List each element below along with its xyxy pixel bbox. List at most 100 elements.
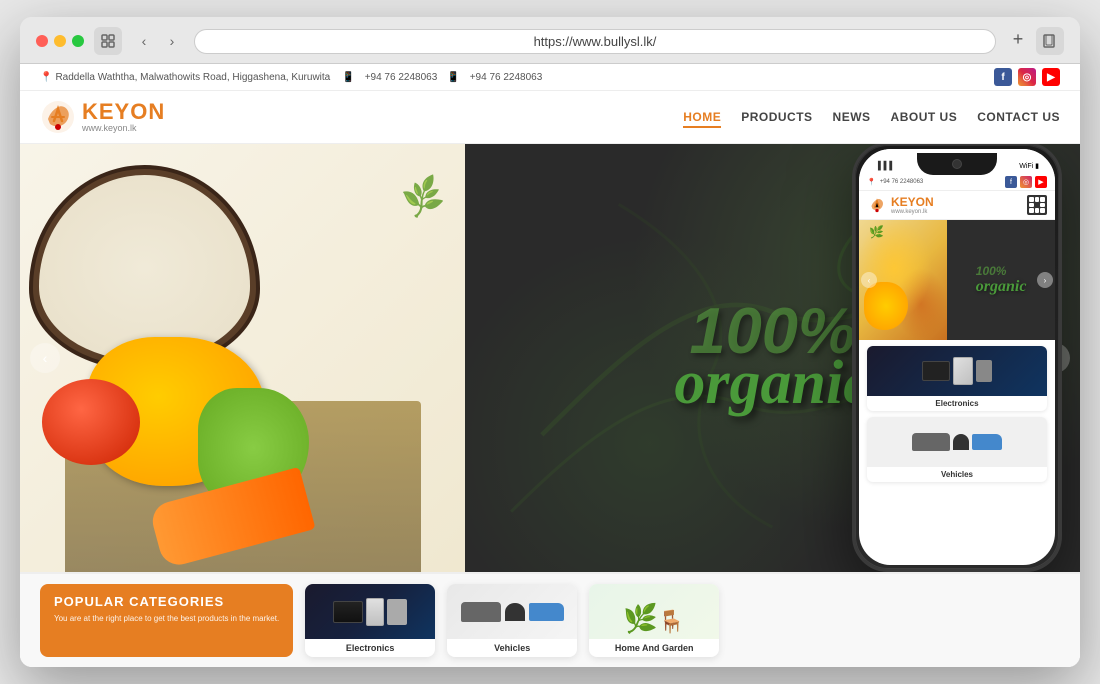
phone-top-bar: 📍 +94 76 2248063 f ◎ ▶: [859, 174, 1055, 191]
minimize-button[interactable]: [54, 35, 66, 47]
phone-washer-icon: [976, 360, 992, 382]
nav-link-contact[interactable]: CONTACT US: [977, 110, 1060, 124]
phone-address: +94 76 2248063: [880, 179, 924, 185]
electronics-bg: [305, 584, 435, 639]
phone-qr-icon: [1027, 195, 1047, 215]
tab-switcher-button[interactable]: [94, 27, 122, 55]
phone-icon-1: 📱: [342, 72, 354, 83]
facebook-icon[interactable]: f: [994, 68, 1012, 86]
nav-item-about[interactable]: ABOUT US: [891, 108, 958, 126]
categories-section: POPULAR CATEGORIES You are at the right …: [20, 572, 1080, 667]
phone-electronics-card[interactable]: Electronics: [867, 346, 1047, 411]
phone-car-icon: [912, 433, 950, 451]
garden-image: 🌿 🪑: [589, 584, 719, 639]
phone-100-text: 100%: [976, 264, 1027, 278]
phone-organic-text: organic: [976, 278, 1027, 296]
add-tab-button[interactable]: +: [1006, 27, 1030, 51]
phone-logo-area: KEYON www.keyon.lk: [867, 195, 934, 215]
traffic-lights: [36, 35, 84, 47]
phone-icon-2: 📱: [447, 72, 459, 83]
browser-window: ‹ › https://www.bullysl.lk/ + 📍: [20, 17, 1080, 667]
garden-category-card[interactable]: 🌿 🪑 Home And Garden: [589, 584, 719, 657]
phone-youtube-icon: ▶: [1035, 176, 1047, 188]
nav-link-news[interactable]: NEWS: [833, 110, 871, 124]
address-text: Raddella Waththa, Malwathowits Road, Hig…: [55, 72, 330, 83]
nav-link-about[interactable]: ABOUT US: [891, 110, 958, 124]
hero-prev-button[interactable]: ‹: [30, 343, 60, 373]
vehicles-image: [447, 584, 577, 639]
fullscreen-button[interactable]: [72, 35, 84, 47]
hero-organic-container: 100% organic: [674, 298, 870, 419]
hero-food-image: 🌿: [20, 144, 465, 572]
garden-label: Home And Garden: [589, 639, 719, 657]
logo[interactable]: KEYON www.keyon.lk: [40, 99, 165, 135]
phone-logo-image: [867, 195, 887, 215]
nav-item-products[interactable]: PRODUCTS: [741, 108, 812, 126]
phone-body: ▐▐▐ WiFi ▮ 📍 +94 76 2248063 f ◎ ▶: [852, 144, 1062, 572]
electronics-image: [305, 584, 435, 639]
phone-2: +94 76 2248063: [470, 72, 543, 83]
nav-item-contact[interactable]: CONTACT US: [977, 108, 1060, 126]
url-text: https://www.bullysl.lk/: [534, 34, 657, 49]
website: 📍 Raddella Waththa, Malwathowits Road, H…: [20, 64, 1080, 667]
popular-categories-card: POPULAR CATEGORIES You are at the right …: [40, 584, 293, 657]
browser-content: 📍 Raddella Waththa, Malwathowits Road, H…: [20, 64, 1080, 667]
phone-signal-icon: ▐▐▐: [875, 161, 892, 170]
phone-electronics-image: [867, 346, 1047, 396]
herb-leaf: 🌿: [398, 173, 448, 222]
fridge-icon: [366, 598, 384, 626]
location-pin-icon: 📍: [40, 72, 52, 83]
phone-instagram-icon: ◎: [1020, 176, 1032, 188]
top-bar: 📍 Raddella Waththa, Malwathowits Road, H…: [20, 64, 1080, 91]
garden-bg: 🌿 🪑: [589, 584, 719, 639]
phone-notch: [917, 153, 997, 175]
vehicles-category-card[interactable]: Vehicles: [447, 584, 577, 657]
bike-icon: [505, 603, 525, 621]
phone-prev-button[interactable]: ‹: [861, 272, 877, 288]
nav-link-home[interactable]: HOME: [683, 110, 721, 128]
plant-icon: 🌿: [623, 602, 658, 635]
nav-item-home[interactable]: HOME: [683, 108, 721, 126]
phone-electronics-label: Electronics: [867, 396, 1047, 411]
phone-vehicles-image: [867, 417, 1047, 467]
back-button[interactable]: ‹: [132, 29, 156, 53]
phone-hero-section: 🌿 100% organic ‹ ›: [859, 220, 1055, 340]
phone-logo-text: KEYON www.keyon.lk: [891, 195, 934, 215]
phone-facebook-icon: f: [1005, 176, 1017, 188]
tv-icon: [333, 601, 363, 623]
car-icon: [461, 602, 501, 622]
instagram-icon[interactable]: ◎: [1018, 68, 1036, 86]
nav-link-products[interactable]: PRODUCTS: [741, 110, 812, 124]
top-bar-left: 📍 Raddella Waththa, Malwathowits Road, H…: [40, 72, 542, 83]
phone-next-button[interactable]: ›: [1037, 272, 1053, 288]
phone-logo-url: www.keyon.lk: [891, 209, 934, 215]
phone-mockup: ▐▐▐ WiFi ▮ 📍 +94 76 2248063 f ◎ ▶: [852, 144, 1062, 572]
phone-screen: ▐▐▐ WiFi ▮ 📍 +94 76 2248063 f ◎ ▶: [859, 149, 1055, 565]
forward-button[interactable]: ›: [160, 29, 184, 53]
phone-vehicles-card[interactable]: Vehicles: [867, 417, 1047, 482]
address-bar[interactable]: https://www.bullysl.lk/: [194, 29, 996, 54]
tomato: [42, 379, 140, 465]
share-button[interactable]: [1036, 27, 1064, 55]
phone-numbers: 📱 +94 76 2248063 📱 +94 76 2248063: [342, 72, 542, 83]
chair-icon: 🪑: [658, 609, 685, 635]
categories-title: POPULAR CATEGORIES: [54, 594, 279, 609]
navbar: KEYON www.keyon.lk HOME PRODUCTS NEWS AB…: [20, 91, 1080, 144]
washer-icon: [387, 599, 407, 625]
logo-name: KEYON: [82, 101, 165, 123]
categories-subtitle: You are at the right place to get the be…: [54, 613, 279, 624]
electronics-category-card[interactable]: Electronics: [305, 584, 435, 657]
close-button[interactable]: [36, 35, 48, 47]
phone-1: +94 76 2248063: [365, 72, 438, 83]
phone-organic-container: 100% organic: [976, 264, 1027, 296]
electronics-label: Electronics: [305, 639, 435, 657]
browser-chrome: ‹ › https://www.bullysl.lk/ +: [20, 17, 1080, 64]
main-navigation: HOME PRODUCTS NEWS ABOUT US CONTACT US: [683, 108, 1060, 126]
phone-qr-area: [1027, 195, 1047, 215]
phone-vehicles-label: Vehicles: [867, 467, 1047, 482]
youtube-icon[interactable]: ▶: [1042, 68, 1060, 86]
logo-text: KEYON www.keyon.lk: [82, 101, 165, 133]
nav-item-news[interactable]: NEWS: [833, 108, 871, 126]
phone-wifi-icon: WiFi ▮: [1019, 162, 1039, 170]
hero-section: 🌿: [20, 144, 1080, 572]
